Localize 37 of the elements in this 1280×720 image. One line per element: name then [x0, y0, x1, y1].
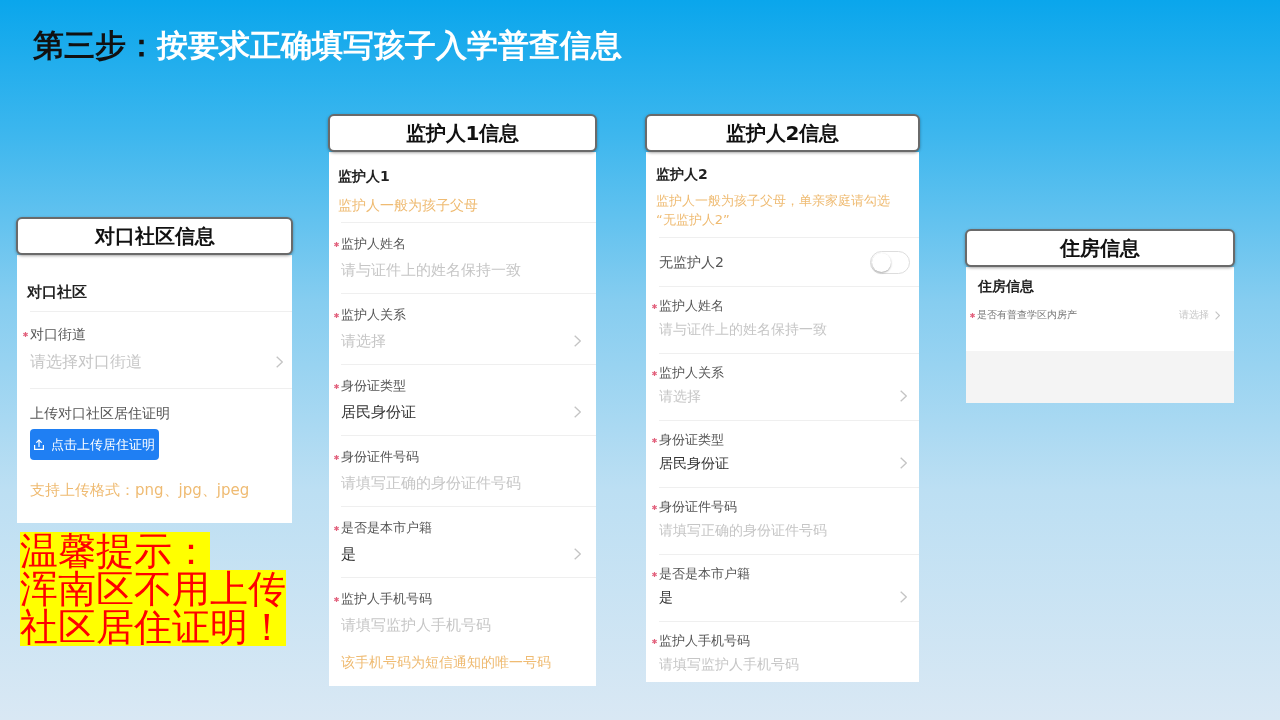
- section-header: 住房信息: [965, 229, 1235, 267]
- format-hint: 支持上传格式：png、jpg、jpeg: [30, 480, 251, 501]
- section-header: 监护人1信息: [328, 114, 597, 152]
- form-note: 监护人一般为孩子父母，单亲家庭请勾选“无监护人2”: [656, 192, 891, 229]
- step-label: 第三步：: [33, 26, 157, 64]
- field-label: 是否是本市户籍: [659, 565, 750, 583]
- select-field[interactable]: 是: [341, 542, 581, 566]
- field-label: 监护人关系: [341, 306, 406, 324]
- form-heading: 住房信息: [978, 277, 1035, 295]
- form-heading: 监护人1: [338, 167, 391, 186]
- field-label: 身份证类型: [659, 431, 724, 449]
- toggle-switch[interactable]: [870, 250, 910, 274]
- field-hint: 该手机号码为短信通知的唯一号码: [341, 653, 552, 672]
- field-label: 身份证件号码: [341, 448, 419, 466]
- field-label: 监护人手机号码: [341, 590, 432, 608]
- field-label: 对口街道: [30, 325, 86, 343]
- field-label: 无监护人2: [659, 253, 724, 272]
- field-label: 监护人姓名: [341, 235, 406, 253]
- section-header: 对口社区信息: [16, 217, 293, 255]
- form-heading: 监护人2: [656, 165, 709, 184]
- select-field[interactable]: 居民身份证: [659, 452, 907, 474]
- field-label: 监护人姓名: [659, 297, 724, 315]
- form-note: 监护人一般为孩子父母: [338, 196, 479, 215]
- field-label: 上传对口社区居住证明: [30, 404, 170, 422]
- field-label: 是否有普查学区内房产: [977, 308, 1077, 322]
- section-header: 监护人2信息: [645, 114, 920, 152]
- select-field[interactable]: 是: [659, 586, 907, 608]
- field-label: 是否是本市户籍: [341, 519, 432, 537]
- field-label: 身份证类型: [341, 377, 406, 395]
- upload-icon: [34, 439, 44, 450]
- form-heading: 对口社区: [27, 282, 88, 303]
- field-label: 监护人关系: [659, 364, 724, 382]
- field-label: 监护人手机号码: [659, 632, 750, 650]
- upload-button[interactable]: 点击上传居住证明: [30, 429, 159, 460]
- select-field[interactable]: 居民身份证: [341, 400, 581, 424]
- field-label: 身份证件号码: [659, 498, 737, 516]
- slide-title: 按要求正确填写孩子入学普查信息: [157, 26, 622, 64]
